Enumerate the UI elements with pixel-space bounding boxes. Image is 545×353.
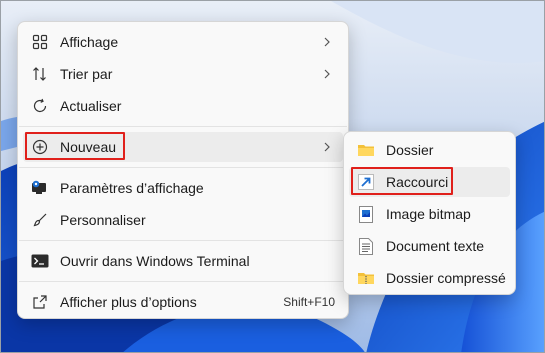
text-document-icon [356,236,376,256]
menu-separator [19,281,347,282]
menu-item-label: Paramètres d’affichage [60,180,204,196]
menu-item-personalize[interactable]: Personnaliser [23,205,343,235]
menu-item-open-terminal[interactable]: Ouvrir dans Windows Terminal [23,246,343,276]
chevron-right-icon [319,37,335,47]
menu-separator [19,126,347,127]
refresh-icon [30,96,50,116]
bitmap-image-icon [356,204,376,224]
menu-separator [19,240,347,241]
new-submenu: Dossier Raccourci Image bitmap Document … [343,131,516,295]
menu-item-label: Ouvrir dans Windows Terminal [60,253,250,269]
menu-item-sort-by[interactable]: Trier par [23,59,343,89]
chevron-right-icon [319,69,335,79]
menu-item-label: Document texte [386,238,485,254]
display-settings-icon [30,178,50,198]
folder-icon [356,140,376,160]
menu-separator [19,167,347,168]
submenu-item-folder[interactable]: Dossier [349,135,510,165]
submenu-item-bitmap-image[interactable]: Image bitmap [349,199,510,229]
menu-item-label: Afficher plus d’options [60,294,197,310]
submenu-item-shortcut[interactable]: Raccourci [349,167,510,197]
desktop-context-menu: Affichage Trier par Actualiser Nouveau P… [17,21,349,319]
more-options-icon [30,292,50,312]
menu-item-label: Raccourci [386,174,449,190]
menu-item-view[interactable]: Affichage [23,27,343,57]
menu-item-show-more-options[interactable]: Afficher plus d’options Shift+F10 [23,287,343,317]
menu-item-display-settings[interactable]: Paramètres d’affichage [23,173,343,203]
menu-item-label: Dossier [386,142,434,158]
menu-item-new[interactable]: Nouveau [23,132,343,162]
grid-view-icon [30,32,50,52]
menu-item-refresh[interactable]: Actualiser [23,91,343,121]
add-circle-icon [30,137,50,157]
terminal-icon [30,251,50,271]
brush-icon [30,210,50,230]
submenu-item-text-document[interactable]: Document texte [349,231,510,261]
chevron-right-icon [319,142,335,152]
menu-item-label: Personnaliser [60,212,146,228]
zip-folder-icon [356,268,376,288]
menu-item-label: Nouveau [60,139,117,155]
sort-arrows-icon [30,64,50,84]
submenu-item-zip-folder[interactable]: Dossier compressé [349,263,510,293]
menu-item-label: Actualiser [60,98,122,114]
keyboard-shortcut: Shift+F10 [283,295,335,309]
menu-item-label: Dossier compressé [386,270,506,286]
menu-item-label: Trier par [60,66,113,82]
menu-item-label: Affichage [60,34,119,50]
menu-item-label: Image bitmap [386,206,471,222]
shortcut-arrow-icon [356,172,376,192]
